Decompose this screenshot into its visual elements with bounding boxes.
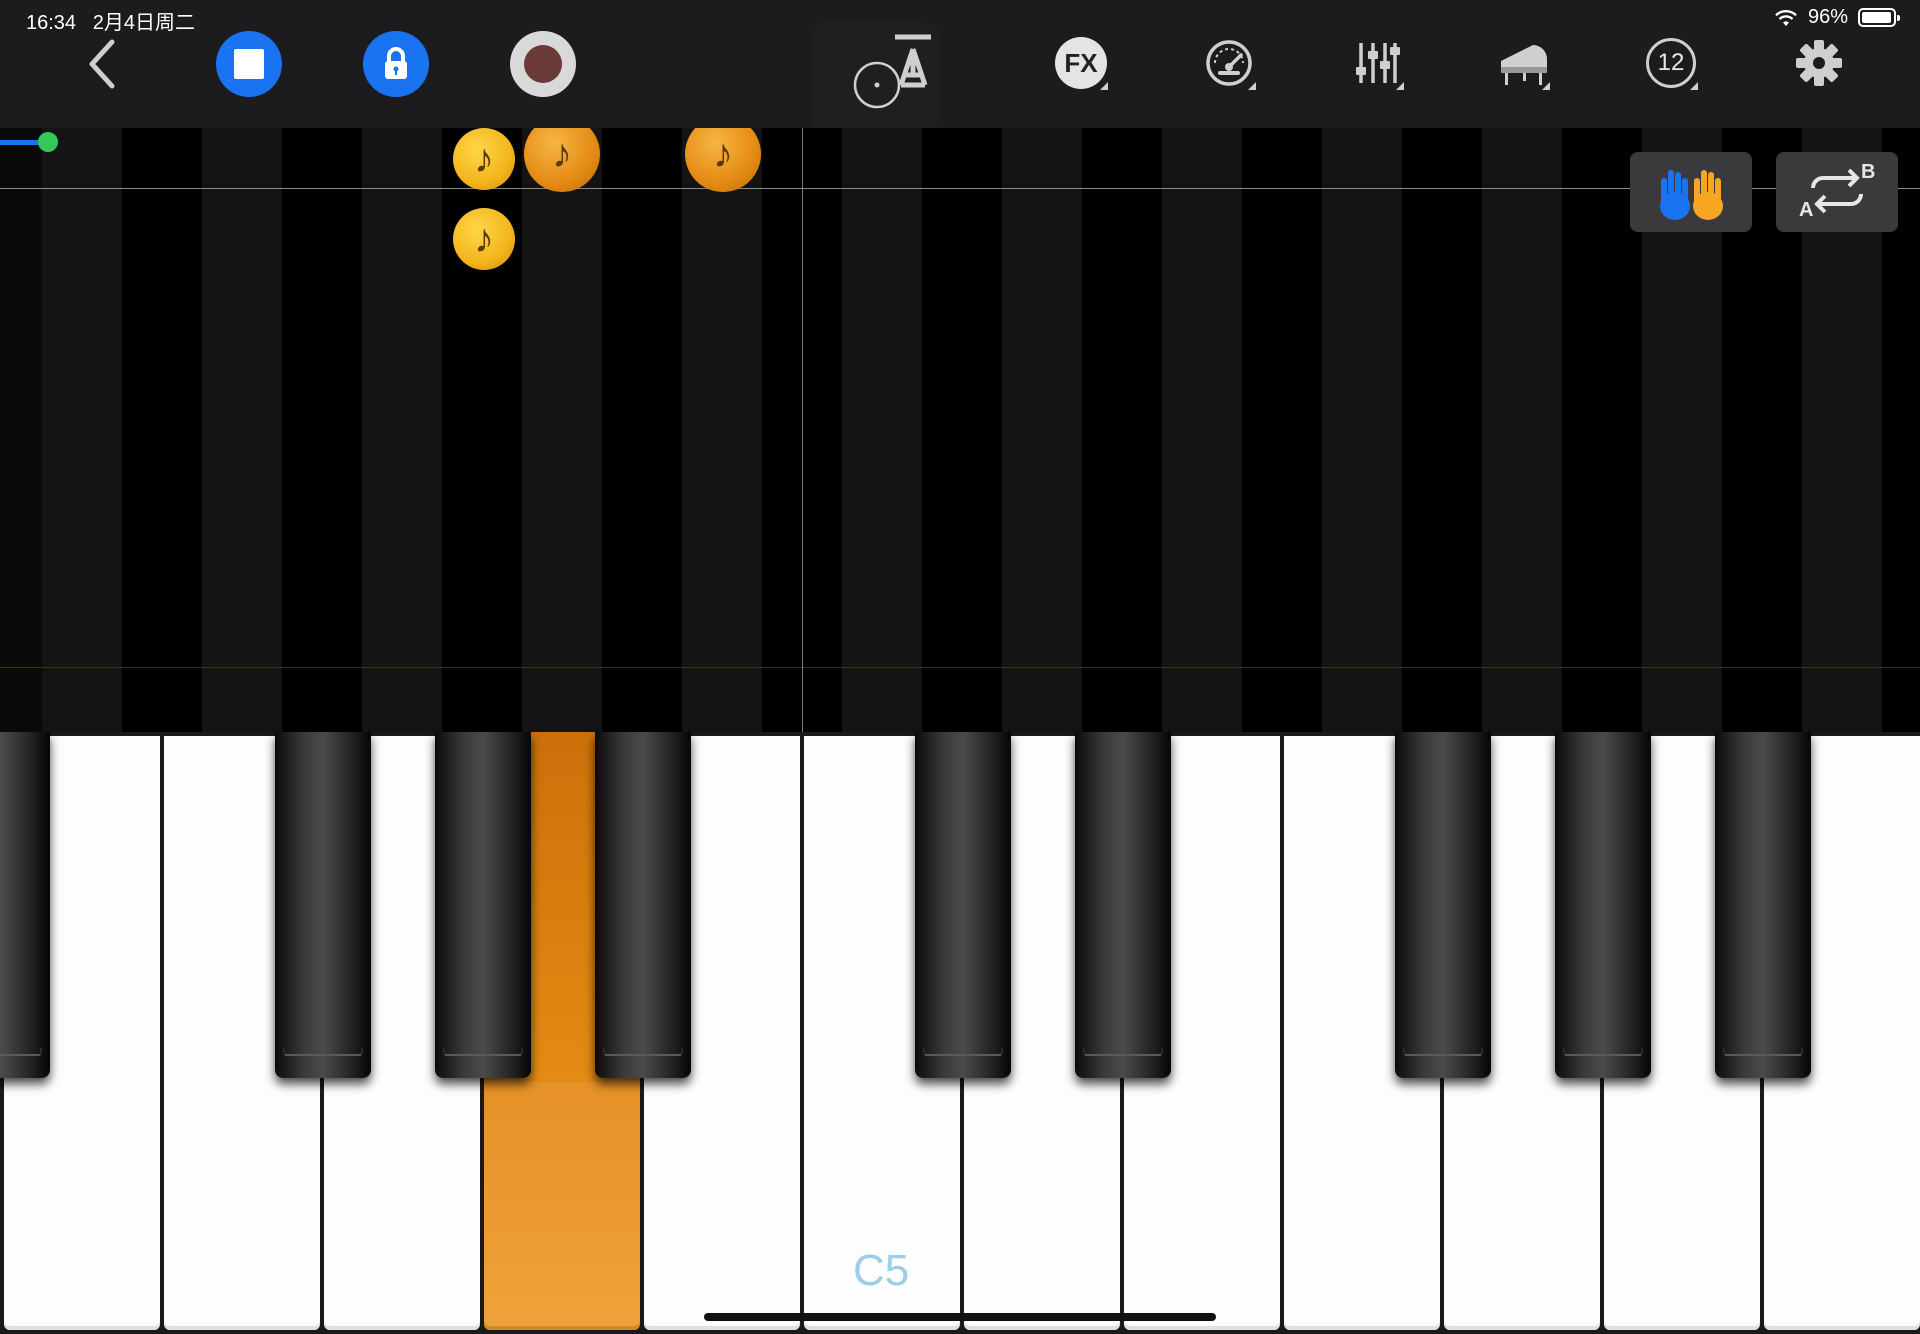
hands-toggle-button[interactable] xyxy=(1630,152,1752,232)
progress-knob[interactable] xyxy=(38,132,58,152)
ab-b-label: B xyxy=(1861,162,1875,183)
ab-loop-button[interactable]: A B xyxy=(1776,152,1898,232)
roll-lane xyxy=(202,128,282,732)
two-hands-icon xyxy=(1660,170,1723,220)
note-ball[interactable]: ♪ xyxy=(453,128,515,190)
status-time: 16:34 2月4日周二 xyxy=(26,6,195,35)
note-ball[interactable]: ♪ xyxy=(453,208,515,270)
octave-label: C5 xyxy=(853,1246,910,1295)
note-icon: ♪ xyxy=(713,131,733,176)
home-indicator[interactable] xyxy=(704,1313,1216,1321)
instrument-button[interactable] xyxy=(1490,30,1556,96)
speed-gauge-icon xyxy=(1206,40,1252,86)
roll-lane xyxy=(1002,128,1082,732)
record-button[interactable] xyxy=(510,31,576,97)
piano-instrument-icon xyxy=(1501,45,1547,85)
black-key[interactable] xyxy=(1715,732,1811,1078)
stop-button[interactable] xyxy=(216,31,282,97)
roll-lane xyxy=(42,128,122,732)
status-indicators: 96% xyxy=(1774,6,1900,29)
black-key[interactable] xyxy=(275,732,371,1078)
gear-icon xyxy=(1796,40,1842,86)
fx-label: FX xyxy=(1064,47,1098,78)
transpose-button[interactable]: 12 xyxy=(1638,30,1704,96)
metronome-button[interactable] xyxy=(812,22,938,132)
black-key[interactable] xyxy=(595,732,691,1078)
black-key[interactable] xyxy=(0,732,50,1078)
ab-repeat-icon: A B xyxy=(1799,162,1875,221)
ab-a-label: A xyxy=(1799,199,1813,221)
roll-lane xyxy=(1322,128,1402,732)
progress-track[interactable] xyxy=(0,132,1920,152)
back-chevron-icon xyxy=(89,39,115,89)
guide-line xyxy=(0,667,1920,668)
note-icon: ♪ xyxy=(474,216,494,261)
clock-time: 16:34 xyxy=(26,12,77,34)
transpose-value: 12 xyxy=(1657,49,1685,76)
transpose-icon: 12 xyxy=(1646,38,1696,88)
lock-icon xyxy=(385,47,407,79)
tempo-button[interactable] xyxy=(1196,30,1262,96)
mixer-button[interactable] xyxy=(1344,30,1410,96)
note-icon: ♪ xyxy=(474,136,494,181)
toolbar: 16:34 2月4日周二 96% FX 12 xyxy=(0,0,1920,132)
playhead-line xyxy=(802,128,803,732)
roll-lane xyxy=(522,128,602,732)
battery-icon xyxy=(1858,8,1900,27)
note-icon: ♪ xyxy=(552,131,572,176)
active-key-highlight xyxy=(530,732,598,1082)
black-key[interactable] xyxy=(915,732,1011,1078)
mixer-icon xyxy=(1356,43,1400,83)
roll-lane xyxy=(0,128,42,732)
metronome-icon xyxy=(853,34,931,109)
stop-icon xyxy=(234,49,264,79)
record-icon xyxy=(524,45,562,83)
roll-lane xyxy=(1162,128,1242,732)
roll-lane xyxy=(362,128,442,732)
fx-icon: FX xyxy=(1055,37,1107,89)
note-roll[interactable]: ♪ ♪ ♪ ♪ A B xyxy=(0,128,1920,732)
roll-lane xyxy=(842,128,922,732)
wifi-icon xyxy=(1775,9,1797,26)
black-key[interactable] xyxy=(1395,732,1491,1078)
roll-lane xyxy=(1482,128,1562,732)
back-button[interactable] xyxy=(74,36,130,92)
battery-percent: 96% xyxy=(1807,6,1848,28)
status-bar: 16:34 2月4日周二 96% xyxy=(0,0,1920,40)
black-key[interactable] xyxy=(435,732,531,1078)
fx-button[interactable]: FX xyxy=(1048,30,1114,96)
settings-button[interactable] xyxy=(1786,30,1852,96)
roll-lane xyxy=(682,128,762,732)
piano-keyboard[interactable]: C5 xyxy=(0,732,1920,1334)
black-key[interactable] xyxy=(1075,732,1171,1078)
clock-date: 2月4日周二 xyxy=(92,12,195,34)
lock-button[interactable] xyxy=(363,31,429,97)
black-key[interactable] xyxy=(1555,732,1651,1078)
